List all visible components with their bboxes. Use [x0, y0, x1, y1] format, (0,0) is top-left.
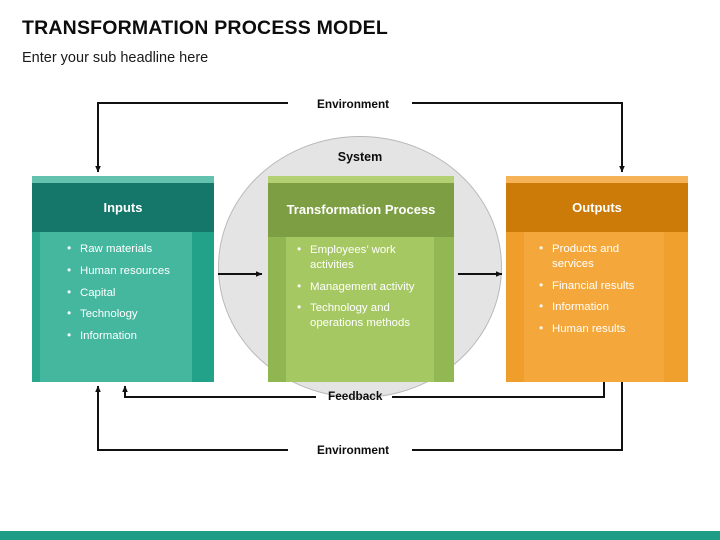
list-item: Information: [536, 299, 660, 315]
panel-inputs-list: Raw materials Human resources Capital Te…: [64, 241, 184, 351]
panel-inputs[interactable]: Inputs Raw materials Human resources Cap…: [32, 176, 214, 382]
system-label: System: [337, 150, 383, 164]
panel-inputs-title: Inputs: [32, 183, 214, 232]
connector-label-environment-bottom: Environment: [311, 443, 396, 457]
list-item: Management activity: [294, 279, 428, 295]
list-item: Human resources: [64, 263, 184, 279]
panel-transformation[interactable]: Transformation Process Employees’ work a…: [268, 176, 454, 382]
panel-outputs-list: Products and services Financial results …: [536, 241, 660, 344]
list-item: Information: [64, 328, 184, 344]
footer-accent-bar: [0, 531, 720, 540]
list-item: Technology: [64, 306, 184, 322]
diagram-canvas: TRANSFORMATION PROCESS MODEL Enter your …: [0, 0, 720, 540]
list-item: Products and services: [536, 241, 660, 272]
panel-outputs-top-strip: [506, 176, 688, 183]
panel-inputs-top-strip: [32, 176, 214, 183]
panel-transformation-title: Transformation Process: [268, 183, 454, 237]
panel-outputs-title: Outputs: [506, 183, 688, 232]
panel-outputs[interactable]: Outputs Products and services Financial …: [506, 176, 688, 382]
connector-label-feedback: Feedback: [328, 389, 383, 403]
panel-outputs-body: Products and services Financial results …: [506, 232, 688, 382]
list-item: Human results: [536, 321, 660, 337]
page-title: TRANSFORMATION PROCESS MODEL: [22, 17, 388, 39]
panel-inputs-body: Raw materials Human resources Capital Te…: [32, 232, 214, 382]
panel-transformation-body: Employees’ work activities Management ac…: [268, 237, 454, 382]
connector-label-environment-top: Environment: [311, 97, 396, 111]
list-item: Employees’ work activities: [294, 242, 428, 273]
page-subtitle: Enter your sub headline here: [22, 50, 209, 66]
list-item: Financial results: [536, 278, 660, 294]
panel-transformation-list: Employees’ work activities Management ac…: [294, 242, 428, 338]
list-item: Raw materials: [64, 241, 184, 257]
panel-transformation-top-strip: [268, 176, 454, 183]
list-item: Technology and operations methods: [294, 300, 428, 331]
list-item: Capital: [64, 285, 184, 301]
